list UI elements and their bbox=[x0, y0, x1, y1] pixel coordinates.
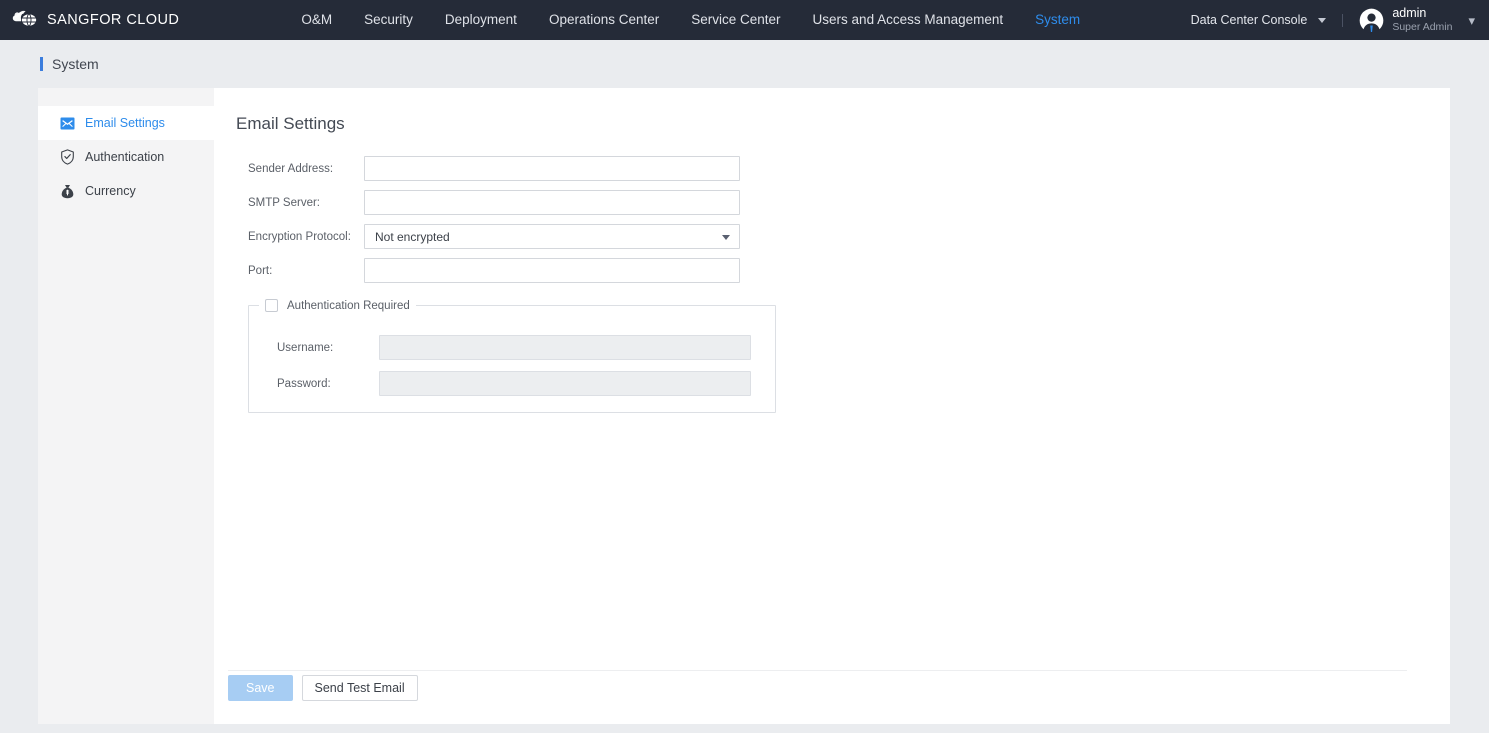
form-row-password: Password: bbox=[249, 371, 775, 396]
send-test-email-button[interactable]: Send Test Email bbox=[301, 675, 418, 701]
chevron-down-icon[interactable]: ▾ bbox=[1468, 14, 1475, 27]
console-selector-label: Data Center Console bbox=[1190, 13, 1308, 27]
nav-item-om[interactable]: O&M bbox=[301, 0, 332, 40]
shield-check-icon bbox=[60, 149, 75, 165]
authentication-required-fieldset: Authentication Required Username: Passwo… bbox=[248, 299, 776, 413]
smtp-server-label: SMTP Server: bbox=[248, 196, 320, 209]
brand-logo-group[interactable]: SANGFOR CLOUD bbox=[0, 0, 179, 40]
brand-name: SANGFOR CLOUD bbox=[47, 12, 180, 28]
top-nav-right-group: Data Center Console admin Super Admin ▾ bbox=[1191, 0, 1475, 40]
sender-address-label: Sender Address: bbox=[248, 162, 334, 175]
user-avatar-icon bbox=[1360, 8, 1384, 33]
nav-item-deployment[interactable]: Deployment bbox=[445, 0, 517, 40]
envelope-icon bbox=[60, 116, 75, 131]
encryption-protocol-value: Not encrypted bbox=[375, 229, 450, 244]
top-nav-divider bbox=[1342, 13, 1344, 27]
nav-item-security[interactable]: Security bbox=[364, 0, 413, 40]
form-row-smtp-server: SMTP Server: bbox=[236, 190, 1450, 215]
page-panel: Email Settings Authentication Currency E… bbox=[38, 88, 1450, 724]
password-label: Password: bbox=[277, 377, 331, 390]
sidebar-item-currency[interactable]: Currency bbox=[38, 174, 214, 208]
port-input[interactable] bbox=[364, 258, 740, 283]
user-meta: admin Super Admin bbox=[1392, 6, 1452, 33]
smtp-server-input[interactable] bbox=[364, 190, 740, 215]
username-label: Username: bbox=[277, 341, 334, 354]
nav-item-operations-center[interactable]: Operations Center bbox=[549, 0, 659, 40]
authentication-required-checkbox[interactable] bbox=[265, 299, 278, 312]
sidebar-item-label: Currency bbox=[85, 184, 136, 198]
save-button[interactable]: Save bbox=[228, 675, 293, 701]
sidebar-item-authentication[interactable]: Authentication bbox=[38, 140, 214, 174]
user-menu[interactable]: admin Super Admin ▾ bbox=[1359, 6, 1475, 33]
caret-down-icon bbox=[1318, 17, 1327, 23]
form-row-port: Port: bbox=[236, 258, 1450, 283]
settings-content: Email Settings Sender Address: SMTP Serv… bbox=[214, 88, 1450, 724]
username-input bbox=[379, 335, 751, 360]
sidebar-item-email-settings[interactable]: Email Settings bbox=[38, 106, 214, 140]
nav-item-system[interactable]: System bbox=[1035, 0, 1080, 40]
page-title: Email Settings bbox=[236, 114, 345, 133]
user-role: Super Admin bbox=[1392, 21, 1453, 34]
nav-item-service-center[interactable]: Service Center bbox=[691, 0, 780, 40]
money-bag-icon bbox=[60, 184, 75, 199]
password-input bbox=[379, 371, 751, 396]
sender-address-input[interactable] bbox=[364, 156, 740, 181]
sidebar-item-label: Authentication bbox=[85, 150, 165, 164]
console-selector[interactable]: Data Center Console bbox=[1191, 13, 1327, 27]
chevron-down-icon[interactable] bbox=[722, 235, 730, 240]
encryption-protocol-label: Encryption Protocol: bbox=[248, 230, 351, 243]
encryption-protocol-select-wrap: Not encrypted bbox=[364, 224, 740, 249]
nav-item-users-and-access-management[interactable]: Users and Access Management bbox=[813, 0, 1004, 40]
sidebar-item-label: Email Settings bbox=[85, 116, 165, 130]
form-row-username: Username: bbox=[249, 335, 775, 360]
authentication-required-legend: Authentication Required bbox=[259, 299, 416, 312]
user-name: admin bbox=[1392, 6, 1427, 21]
authentication-required-label: Authentication Required bbox=[287, 299, 410, 312]
footer-actions: Save Send Test Email bbox=[228, 675, 418, 701]
breadcrumb: System bbox=[0, 40, 1489, 88]
top-navigation-bar: SANGFOR CLOUD O&M Security Deployment Op… bbox=[0, 0, 1489, 40]
footer-divider bbox=[228, 670, 1407, 671]
breadcrumb-marker bbox=[40, 57, 43, 71]
encryption-protocol-select[interactable]: Not encrypted bbox=[364, 224, 740, 249]
cloud-globe-icon bbox=[12, 10, 38, 27]
form-row-encryption-protocol: Encryption Protocol: Not encrypted bbox=[236, 224, 1450, 249]
form-row-sender-address: Sender Address: bbox=[236, 156, 1450, 181]
breadcrumb-text: System bbox=[52, 56, 99, 72]
port-label: Port: bbox=[248, 264, 273, 277]
top-nav-items: O&M Security Deployment Operations Cente… bbox=[301, 0, 1080, 40]
settings-sidebar: Email Settings Authentication Currency bbox=[38, 88, 214, 724]
